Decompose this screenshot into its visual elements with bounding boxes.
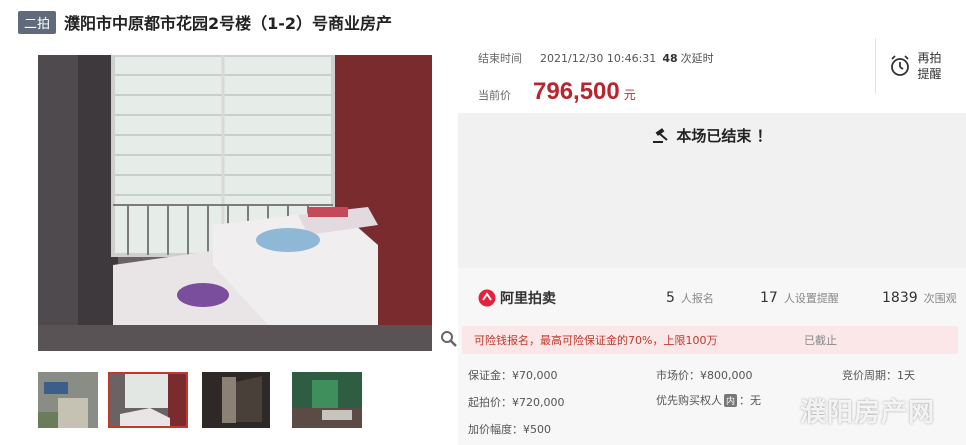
auction-info: 结束时间 2021/12/30 10:46:31 48 次延时 当前价 796,5… [470,38,870,113]
delay-count: 48 [662,52,678,65]
priority-tag: 内 [724,394,738,407]
thumbnail-strip [18,372,458,428]
priority-buyer: 优先购买权人内：无 [656,392,761,408]
view-label: 次围观 [923,292,957,305]
view-count: 1839 次围观 [882,290,957,306]
logo-text: 阿里拍卖 [500,291,556,307]
reminder-count-label: 人设置提醒 [783,292,839,305]
title-row: 二拍 濮阳市中原都市花园2号楼（1-2）号商业房产 [18,10,392,34]
reminder-button[interactable]: 再拍提醒 [875,38,955,94]
zoom-icon[interactable] [440,330,458,348]
end-time-value: 2021/12/30 10:46:31 [540,51,657,65]
notice-text: 可险钱报名，最高可险保证金的70%，上限100万 [474,334,718,347]
ali-auction-logo: 阿里拍卖 [478,288,556,308]
alarm-clock-icon [890,55,909,76]
thumbnail[interactable] [292,372,362,428]
signup-label: 人报名 [680,292,714,305]
price-label: 当前价 [478,89,511,102]
thumbnail-active[interactable] [108,372,188,428]
price-unit: 元 [623,88,636,102]
reminder-count: 17 人设置提醒 [760,290,839,306]
price-row: 当前价 796,500 元 [478,78,636,106]
delay-info: 48 次延时 [662,50,713,66]
delay-label: 次延时 [680,52,714,65]
bid-increment: 加价幅度：¥500 [468,423,551,436]
current-price: 796,500 [533,78,620,105]
ended-status: 本场已结束 ！ [458,125,966,146]
ali-logo-icon [478,289,496,307]
priority-label: 优先购买权人 [656,394,722,407]
auction-page: 二拍 濮阳市中原都市花园2号楼（1-2）号商业房产 结束时间 2021/12/3… [0,0,966,445]
status-panel: 本场已结束 ！ [458,113,966,268]
reminder-label: 再拍提醒 [917,51,942,81]
ended-text: 本场已结束 ！ [676,127,772,145]
end-time-label: 结束时间 [478,52,522,65]
notice-status: 已截止 [804,334,837,347]
main-photo[interactable] [38,55,432,351]
deposit: 保证金：¥70,000 [468,369,558,382]
view-number: 1839 [882,290,918,306]
end-time-row: 结束时间 2021/12/30 10:46:31 48 次延时 [478,50,714,66]
thumbnail[interactable] [202,372,270,428]
reminder-number: 17 [760,290,778,306]
signup-number: 5 [666,290,675,306]
signup-count: 5 人报名 [666,290,714,306]
round-badge: 二拍 [18,10,57,34]
gavel-icon [653,127,669,143]
bid-cycle: 竞价周期：1天 [842,369,915,382]
deposit-notice: 可险钱报名，最高可险保证金的70%，上限100万 已截止 [462,326,958,354]
page-title: 濮阳市中原都市花园2号楼（1-2）号商业房产 [64,14,393,33]
priority-value: ：无 [739,394,762,407]
thumbnail[interactable] [38,372,98,428]
start-price: 起拍价：¥720,000 [468,396,565,409]
watermark: 濮阳房产网 [800,398,936,428]
market-price: 市场价：¥800,000 [656,369,753,382]
price-value-wrap: 796,500 元 [533,78,636,106]
